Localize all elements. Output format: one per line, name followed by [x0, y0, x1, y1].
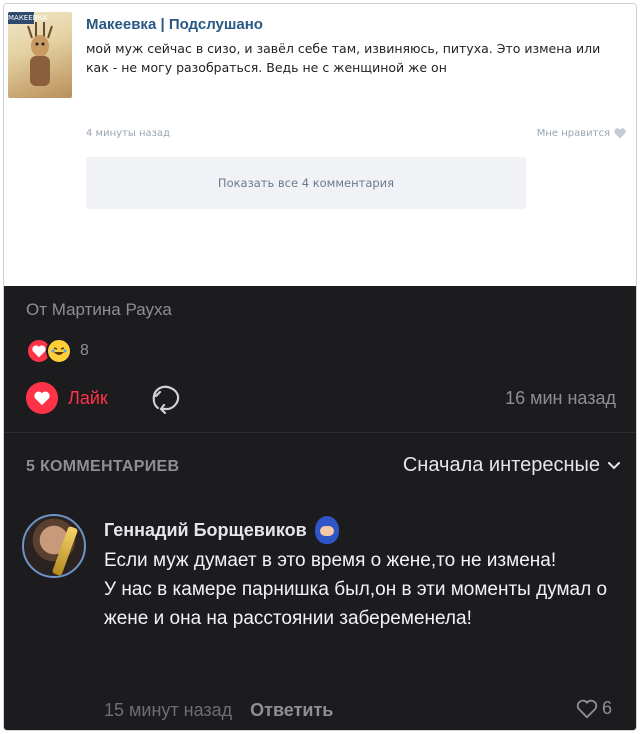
like-button[interactable]: Лайк — [26, 382, 108, 414]
post-author-line[interactable]: От Мартина Рауха — [26, 300, 172, 320]
like-label: Лайк — [68, 387, 108, 408]
reactions-count: 8 — [80, 342, 89, 359]
comment-time: 15 минут назад — [104, 700, 233, 720]
commenter-name: Геннадий Борщевиков — [104, 519, 307, 540]
show-all-comments-button[interactable]: Показать все 4 комментария — [86, 157, 526, 209]
superhero-avatar-badge-icon — [314, 516, 339, 544]
bottle-graphic — [51, 525, 79, 576]
vk-like-button[interactable]: Мне нравится — [537, 128, 626, 139]
comment-likes-count: 6 — [601, 698, 612, 718]
community-avatar[interactable]: МАКЕЕВКА — [8, 12, 72, 98]
post-text: мой муж сейчас в сизо, и завёл себе там,… — [86, 41, 601, 75]
post-footer-panel: От Мартина Рауха 8 Лайк 16 мин назад 5 К… — [4, 286, 636, 730]
avatar-tag: МАКЕЕВКА — [8, 12, 48, 24]
comments-count-header: 5 КОММЕНТАРИЕВ — [26, 458, 180, 475]
divider — [4, 432, 636, 433]
commenter-name-row[interactable]: Геннадий Борщевиков — [104, 516, 339, 544]
comment-text: Если муж думает в это время о жене,то не… — [104, 550, 608, 629]
community-name[interactable]: Макеевка | Подслушано — [86, 16, 626, 33]
reply-button[interactable]: Ответить — [250, 700, 333, 721]
vk-like-label: Мне нравится — [536, 128, 610, 139]
post-time-ago: 16 мин назад — [505, 388, 616, 408]
heart-outline-icon — [576, 699, 598, 718]
heart-icon — [26, 382, 58, 414]
deer-illustration — [27, 22, 53, 86]
heart-outline-icon — [614, 128, 626, 139]
comment-footer: 15 минут назад Ответить 6 — [104, 698, 624, 721]
vk-post: МАКЕЕВКА Макеевка | Подслушано мой муж с… — [4, 4, 636, 286]
post-time[interactable]: 4 минуты назад — [86, 128, 170, 139]
comment-like-button[interactable]: 6 — [576, 698, 612, 719]
commenter-avatar[interactable] — [22, 514, 86, 578]
sort-dropdown[interactable]: Сначала интересные — [403, 454, 620, 477]
chevron-down-icon — [608, 461, 620, 469]
sort-label: Сначала интересные — [402, 454, 600, 476]
show-all-comments-label: Показать все 4 комментария — [217, 176, 395, 190]
laugh-reaction-icon — [46, 338, 72, 364]
post-actions: Лайк 16 мин назад — [26, 382, 626, 414]
reactions-summary[interactable]: 8 — [26, 338, 89, 364]
share-icon[interactable] — [148, 382, 184, 414]
screenshot-frame: МАКЕЕВКА Макеевка | Подслушано мой муж с… — [3, 3, 637, 731]
